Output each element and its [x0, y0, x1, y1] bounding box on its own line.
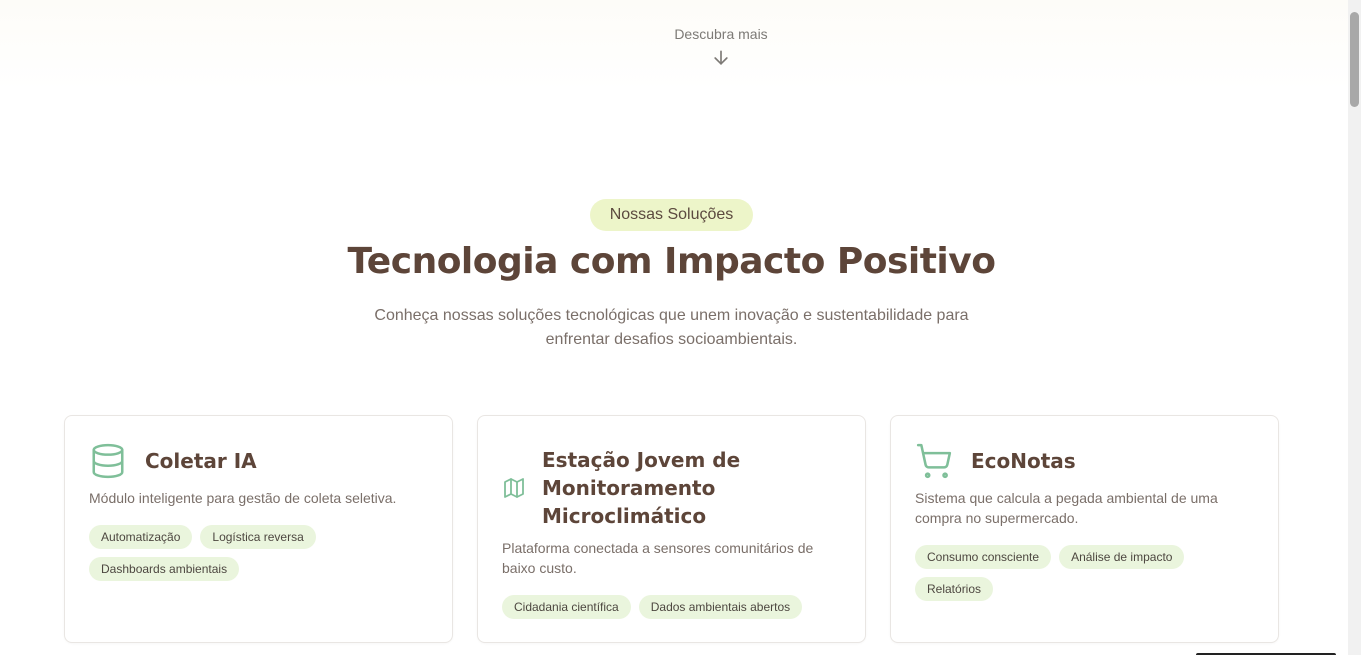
database-icon [92, 443, 124, 479]
subtitle-line-1: Conheça nossas soluções tecnológicas que… [374, 307, 969, 324]
card-title-line-2: Monitoramento [542, 476, 716, 500]
card-title: Coletar IA [145, 449, 257, 473]
map-icon [504, 478, 524, 498]
tag: Dados ambientais abertos [638, 595, 803, 619]
tag: Cidadania científica [502, 595, 631, 619]
tag: Automatização [89, 525, 193, 549]
section-badge: Nossas Soluções [590, 199, 753, 231]
card-header: Estação Jovem de Monitoramento Microclim… [502, 446, 740, 530]
section-subtitle: Conheça nossas soluções tecnológicas que… [340, 304, 1003, 352]
card-tags: Automatização Logística reversa Dashboar… [89, 525, 434, 581]
arrow-down-icon [714, 50, 728, 65]
card-title: Estação Jovem de Monitoramento Microclim… [542, 446, 740, 530]
discover-more-label: Descubra mais [674, 26, 768, 42]
card-description: Módulo inteligente para gestão de coleta… [89, 490, 397, 506]
tag: Relatórios [915, 577, 994, 601]
card-tags: Cidadania científica Dados ambientais ab… [502, 595, 847, 619]
solution-card-estacao-jovem[interactable]: Estação Jovem de Monitoramento Microclim… [477, 415, 866, 643]
card-header: EcoNotas [915, 442, 1076, 480]
solution-card-coletar-ia[interactable]: Coletar IA Módulo inteligente para gestã… [64, 415, 453, 643]
tag: Análise de impacto [1059, 545, 1185, 569]
card-title: EcoNotas [971, 449, 1076, 473]
card-title-line-1: Estação Jovem de [542, 448, 741, 472]
scrollbar[interactable] [1348, 0, 1361, 655]
card-description: Plataforma conectada a sensores comunitá… [502, 540, 814, 576]
card-title-line-3: Microclimático [542, 504, 707, 528]
tag: Logística reversa [200, 525, 316, 549]
subtitle-line-2: enfrentar desafios socioambientais. [545, 331, 798, 348]
card-tags: Consumo consciente Análise de impacto Re… [915, 545, 1260, 601]
shopping-cart-icon [916, 443, 952, 479]
scrollbar-thumb[interactable] [1350, 12, 1359, 107]
discover-more-link[interactable]: Descubra mais [670, 26, 772, 68]
card-header: Coletar IA [89, 442, 257, 480]
section-title: Tecnologia com Impacto Positivo [347, 241, 996, 282]
card-description: Sistema que calcula a pegada ambiental d… [915, 490, 1218, 526]
tag: Dashboards ambientais [89, 557, 240, 581]
solution-card-econotas[interactable]: EcoNotas Sistema que calcula a pegada am… [890, 415, 1279, 643]
tag: Consumo consciente [915, 545, 1052, 569]
